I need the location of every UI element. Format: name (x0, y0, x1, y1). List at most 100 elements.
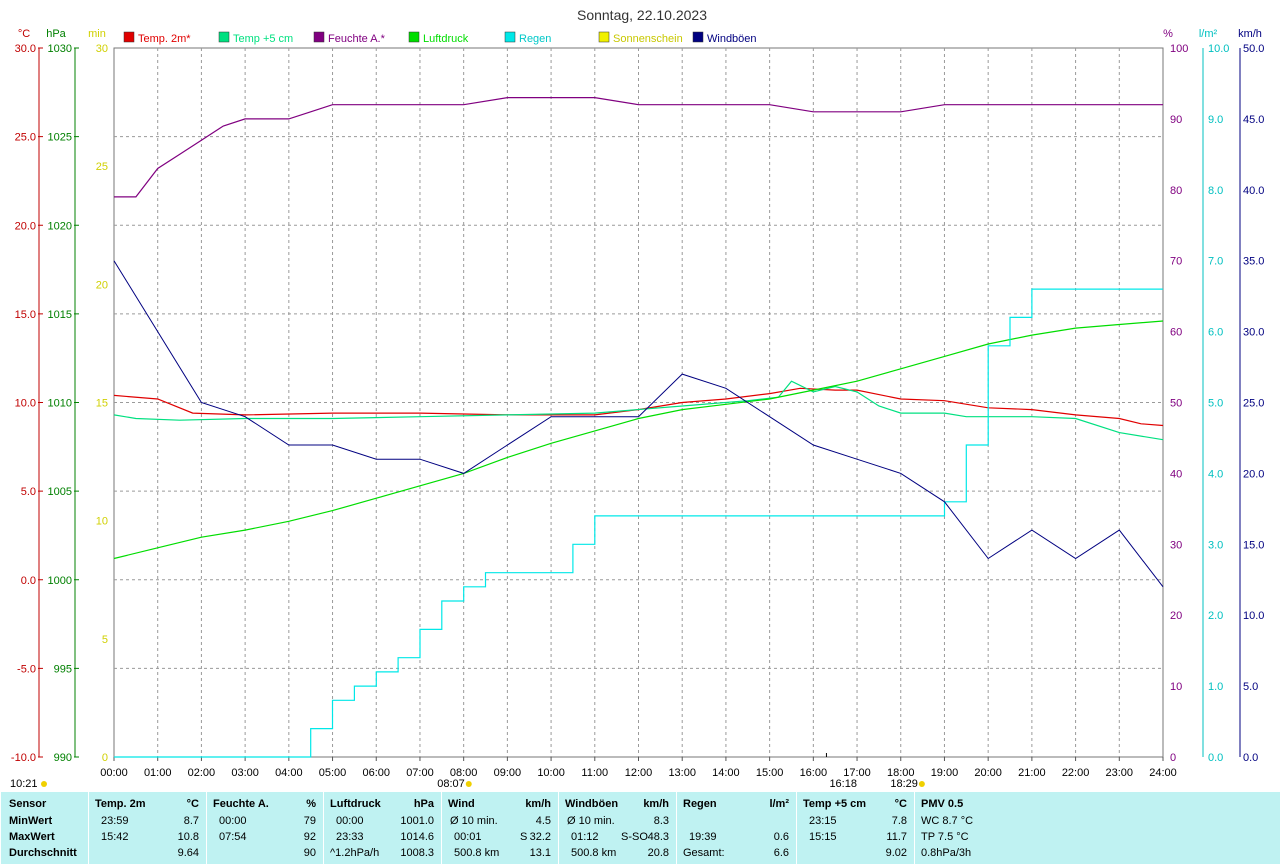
wind-axis-unit: km/h (1238, 28, 1262, 40)
sunset-marker (918, 781, 925, 787)
x-tick-label: 05:00 (319, 767, 347, 779)
humidity-tick-label: 20 (1170, 610, 1182, 622)
stats-temp5cm-avg-value: 9.02 (885, 847, 907, 859)
rain-axis-unit: l/m² (1199, 28, 1218, 40)
rain-tick-label: 0.0 (1208, 752, 1223, 764)
stats-pressure-title: Luftdruck (330, 798, 381, 810)
sunset-label: 18:29 (890, 778, 918, 790)
legend-swatch (123, 31, 135, 43)
humidity-tick-label: 80 (1170, 185, 1182, 197)
stats-temp2m-max-value: 10.8 (177, 831, 199, 843)
stats-col-temp5cm: Temp +5 cm °C 23:15 7.8 15:15 11.7 9.02 (796, 792, 915, 864)
time-corner-marker (41, 781, 47, 787)
stats-gusts-max-direction: S-SO (621, 831, 648, 843)
stats-col-rain: Regen l/m² 19:39 0.6 Gesamt: 6.6 (676, 792, 797, 864)
stats-temp5cm-unit: °C (894, 798, 907, 810)
stats-humidity-max-value: 92 (303, 831, 316, 843)
rain-tick-label: 4.0 (1208, 468, 1223, 480)
stats-wind-unit: km/h (525, 798, 551, 810)
wind-tick-label: 15.0 (1243, 539, 1264, 551)
pressure-tick-label: 995 (54, 663, 72, 675)
stats-col-sensor: Sensor MinWert MaxWert Durchschnitt (0, 792, 89, 864)
wind-tick-label: 50.0 (1243, 43, 1264, 55)
stats-pressure-unit: hPa (413, 798, 434, 810)
stats-gusts-title: Windböen (565, 798, 619, 810)
humidity-tick-label: 70 (1170, 256, 1182, 268)
rain-tick-label: 8.0 (1208, 185, 1223, 197)
stats-row-max: MaxWert (9, 831, 55, 843)
stats-col-temp2m: Temp. 2m °C 23:59 8.7 15:42 10.8 9.64 (88, 792, 207, 864)
legend-label: Luftdruck (423, 33, 469, 45)
humidity-tick-label: 0 (1170, 752, 1176, 764)
stats-wind-avg-label: Ø 10 min. (450, 815, 498, 827)
x-tick-label: 11:00 (581, 767, 608, 779)
pressure-tick-label: 990 (54, 752, 72, 764)
humidity-tick-label: 40 (1170, 468, 1182, 480)
stats-temp2m-avg-value: 9.64 (177, 847, 199, 859)
stats-gusts-avg10-value: 8.3 (653, 815, 669, 827)
humidity-tick-label: 50 (1170, 398, 1182, 410)
pressure-tick-label: 1010 (48, 398, 72, 410)
stats-gusts-avg-value: 20.8 (647, 847, 669, 859)
sun-tick-label: 15 (96, 398, 108, 410)
solar-noon-label: 16:18 (829, 778, 857, 790)
stats-rain-title: Regen (683, 798, 717, 810)
rain-tick-label: 6.0 (1208, 327, 1223, 339)
humidity-tick-label: 90 (1170, 114, 1182, 126)
x-tick-label: 21:00 (1018, 767, 1046, 779)
legend: Temp. 2m* Temp +5 cm Feuchte A.* Luftdruck R… (123, 31, 757, 45)
stats-pressure-min-value: 1001.0 (400, 815, 434, 827)
stats-wind-max-time: 00:01 (454, 831, 482, 843)
x-tick-label: 24:00 (1149, 767, 1177, 779)
x-tick-label: 09:00 (494, 767, 522, 779)
rain-tick-label: 1.0 (1208, 681, 1223, 693)
rain-tick-label: 7.0 (1208, 256, 1223, 268)
legend-label: Temp. 2m* (138, 33, 191, 45)
wind-tick-label: 0.0 (1243, 752, 1258, 764)
humidity-tick-label: 60 (1170, 327, 1182, 339)
sun-tick-label: 25 (96, 161, 108, 173)
stats-humidity-avg-value: 90 (303, 847, 316, 859)
stats-row-min: MinWert (9, 815, 53, 827)
legend-label: Regen (519, 33, 551, 45)
temp-tick-label: -10.0 (11, 752, 36, 764)
wind-tick-label: 25.0 (1243, 398, 1264, 410)
wind-tick-label: 10.0 (1243, 610, 1264, 622)
weather-chart: Sonntag, 22.10.2023 °C hPa min% l/m² km/h 30.… (10, 7, 1264, 790)
x-tick-label: 10:00 (537, 767, 565, 779)
stats-col-pressure: Luftdruck hPa 00:00 1001.0 23:33 1014.6 … (323, 792, 442, 864)
x-tick-label: 15:00 (756, 767, 784, 779)
stats-wind-max-value: 32.2 (529, 831, 551, 843)
rain-tick-label: 2.0 (1208, 610, 1223, 622)
stats-wind-distance: 500.8 km (454, 847, 500, 859)
temp-tick-label: 15.0 (15, 309, 36, 321)
stats-rain-unit: l/m² (769, 798, 789, 810)
stats-sensor-title: Sensor (9, 798, 47, 810)
sunrise-marker (465, 781, 472, 787)
rain-tick-label: 10.0 (1208, 43, 1229, 55)
stats-humidity-title: Feuchte A. (213, 798, 269, 810)
legend-label: Feuchte A.* (328, 33, 386, 45)
x-tick-label: 23:00 (1106, 767, 1134, 779)
stats-temp2m-max-time: 15:42 (101, 831, 129, 843)
stats-temp5cm-max-time: 15:15 (809, 831, 837, 843)
wind-tick-label: 20.0 (1243, 468, 1264, 480)
legend-swatch (408, 31, 420, 43)
stats-temp2m-unit: °C (186, 798, 199, 810)
sun-tick-label: 0 (102, 752, 108, 764)
temp-tick-label: 20.0 (15, 220, 36, 232)
stats-rain-max-time: 19:39 (689, 831, 717, 843)
legend-swatch (598, 31, 610, 43)
sun-tick-label: 30 (96, 43, 108, 55)
x-tick-label: 13:00 (668, 767, 696, 779)
stats-gusts-distance: 500.8 km (571, 847, 617, 859)
humidity-tick-label: 30 (1170, 539, 1182, 551)
temp-tick-label: 25.0 (15, 132, 36, 144)
stats-wind-avg-value: 13.1 (529, 847, 551, 859)
stats-pmv-windchill: WC 8.7 °C (921, 815, 974, 827)
humidity-tick-label: 10 (1170, 681, 1182, 693)
stats-temp5cm-max-value: 11.7 (886, 831, 907, 843)
stats-wind-avg10-value: 4.5 (535, 815, 551, 827)
sun-tick-label: 20 (96, 279, 108, 291)
legend-swatch (692, 31, 704, 43)
